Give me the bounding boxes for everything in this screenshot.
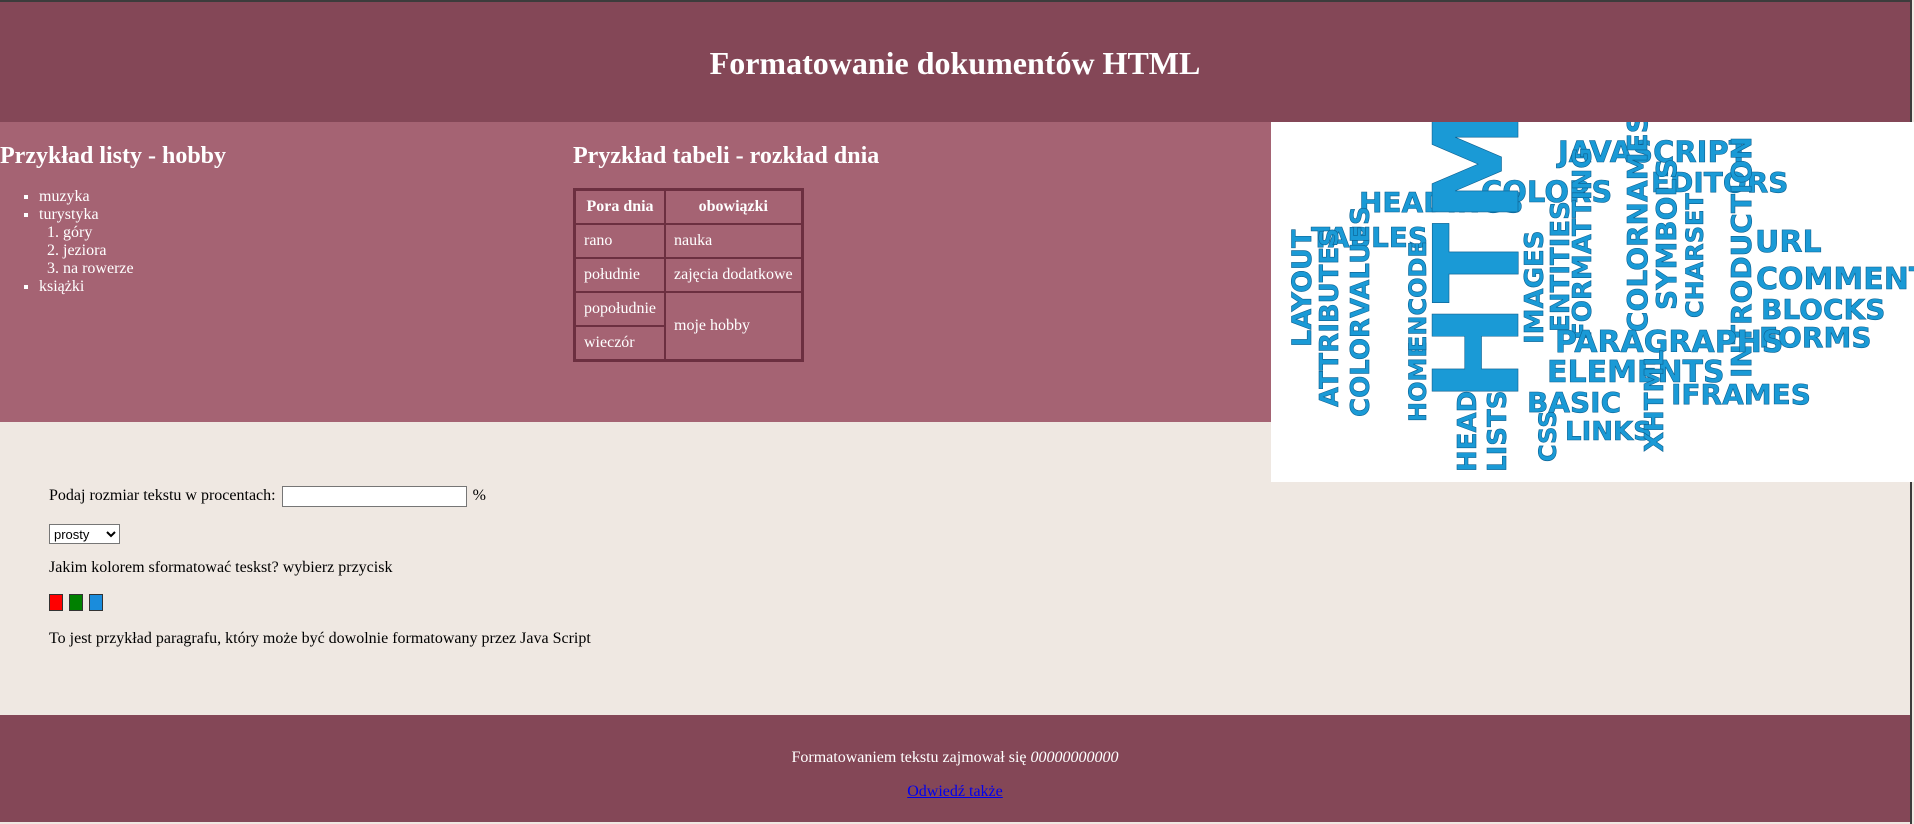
size-row: Podaj rozmiar tekstu w procentach: % [49, 486, 486, 507]
cloud-word: CHARSET [1681, 193, 1709, 318]
font-style-select[interactable]: prosty [49, 524, 120, 544]
cloud-word: ENTITIES [1546, 201, 1576, 332]
style-row: prosty [49, 524, 120, 544]
list-item-label: turystyka [39, 206, 99, 223]
table-row: popołudnie moje hobby [575, 292, 802, 360]
hobby-title: Przykład listy - hobby [0, 143, 227, 169]
cloud-word: LAYOUT [1287, 229, 1318, 347]
size-input[interactable] [281, 486, 467, 507]
page-footer: Formatowaniem tekstu zajmował się 000000… [0, 715, 1910, 822]
page-header: Formatowanie dokumentów HTML [0, 2, 1910, 122]
color-prompt: Jakim kolorem sformatować teskst? wybier… [49, 559, 393, 576]
visit-also-link[interactable]: Odwiedź także [907, 783, 1003, 800]
word-cloud-svg: JAVASCRIPT HEADINGS COLORS EDITORS TABLE… [1287, 122, 1914, 472]
cloud-word: HEAD [1453, 391, 1483, 472]
author-line: Formatowaniem tekstu zajmował się 000000… [0, 749, 1910, 767]
author-name: 00000000000 [1030, 749, 1119, 766]
cloud-word: ATTRIBUTES [1315, 228, 1345, 407]
list-item: muzyka [39, 188, 560, 206]
red-color-button[interactable] [49, 594, 63, 611]
hobby-list: muzyka turystyka góry jeziora na rowerze… [0, 188, 560, 296]
table-header-row: Pora dnia obowiązki [575, 190, 802, 224]
cloud-word: URL [1755, 225, 1822, 260]
table-row: południe zajęcia dodatkowe [575, 258, 802, 292]
table-cell: popołudnie [575, 292, 665, 326]
schedule-section: Pryzkład tabeli - rozkład dnia Pora dnia… [573, 142, 879, 362]
cloud-word: ENCODE [1404, 241, 1432, 352]
list-item: turystyka góry jeziora na rowerze [39, 206, 560, 278]
column-header: Pora dnia [575, 190, 665, 224]
cloud-word: IFRAMES [1671, 378, 1811, 411]
color-button-group [49, 594, 105, 612]
cloud-word: HOME [1404, 341, 1432, 422]
schedule-title: Pryzkład tabeli - rozkład dnia [573, 143, 880, 169]
table-cell: rano [575, 224, 665, 258]
sample-paragraph: To jest przykład paragrafu, który może b… [49, 630, 591, 647]
blue-color-button[interactable] [89, 594, 103, 611]
percent-sign: % [472, 487, 486, 505]
html-word-cloud-image: JAVASCRIPT HEADINGS COLORS EDITORS TABLE… [1271, 122, 1914, 482]
column-header: obowiązki [665, 190, 802, 224]
list-item: książki [39, 278, 560, 296]
hobby-section: Przykład listy - hobby muzyka turystyka … [0, 142, 560, 296]
green-color-button[interactable] [69, 594, 83, 611]
content-band: Przykład listy - hobby muzyka turystyka … [0, 122, 1271, 422]
cloud-word: CSS [1534, 410, 1562, 462]
sub-list-item: góry [63, 224, 560, 242]
sub-list: góry jeziora na rowerze [39, 224, 560, 278]
table-cell: wieczór [575, 326, 665, 360]
table-cell: zajęcia dodatkowe [665, 258, 802, 292]
cloud-word: SYMBOLS [1650, 159, 1683, 310]
link-line: Odwiedź także [0, 783, 1910, 801]
cloud-word: COLORVALUES [1346, 206, 1376, 417]
table-row: rano nauka [575, 224, 802, 258]
cloud-word: LINKS [1565, 417, 1652, 447]
schedule-table: Pora dnia obowiązki rano nauka południe … [573, 188, 804, 362]
cloud-word: COMMENTS [1756, 262, 1914, 297]
page-title: Formatowanie dokumentów HTML [709, 45, 1201, 81]
size-label: Podaj rozmiar tekstu w procentach: [49, 487, 276, 505]
sub-list-item: na rowerze [63, 260, 560, 278]
table-cell: moje hobby [665, 292, 802, 360]
cloud-word: LISTS [1483, 391, 1513, 472]
cloud-word: XHTML [1640, 350, 1670, 452]
table-cell: nauka [665, 224, 802, 258]
sub-list-item: jeziora [63, 242, 560, 260]
table-cell: południe [575, 258, 665, 292]
author-text: Formatowaniem tekstu zajmował się [791, 749, 1027, 766]
